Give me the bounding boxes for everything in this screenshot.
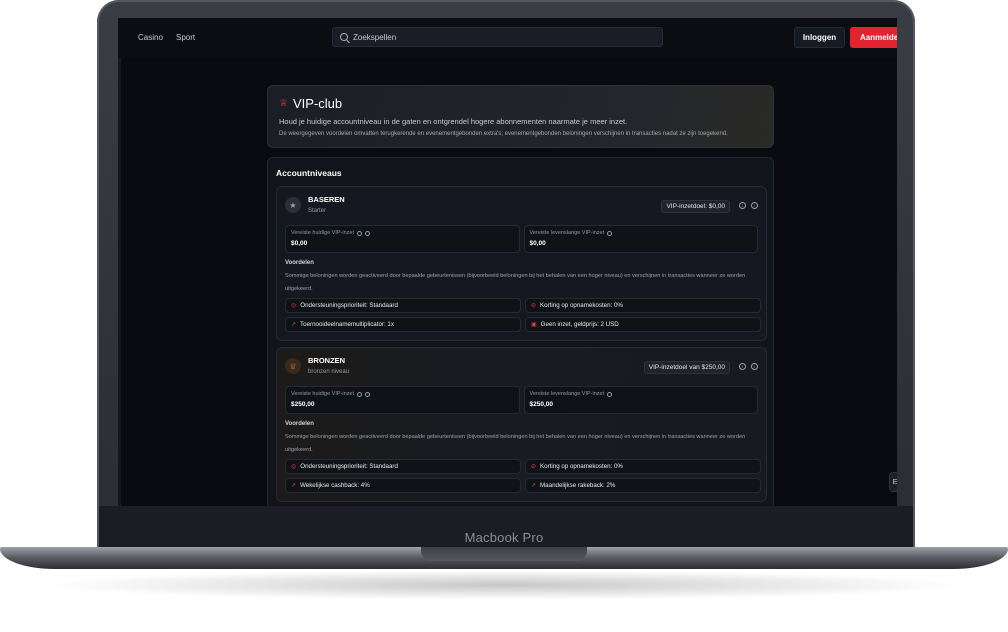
- page-title: ♕ VIP-club: [279, 96, 762, 111]
- register-button[interactable]: Aanmelden: [850, 27, 897, 48]
- vip-note: De weergegeven voordelen omvatten terugk…: [279, 131, 728, 137]
- stat-row: Vereiste huidige VIP-inzet $0,00 Vereist…: [285, 225, 758, 253]
- info-icon[interactable]: i: [751, 363, 758, 370]
- trophy-icon: ♕: [285, 358, 301, 374]
- levels-title: Accountniveaus: [276, 168, 342, 178]
- info-icon[interactable]: [364, 230, 370, 236]
- perks-title: Voordelen: [285, 421, 314, 427]
- info-icon[interactable]: [607, 391, 613, 397]
- info-icon[interactable]: [364, 391, 370, 397]
- tier-card-baseren: ★ BASEREN Starter VIP-inzetdoel: $0,00 i…: [276, 186, 767, 341]
- stat-label-text: Vereiste levenslange VIP-inzet: [529, 391, 605, 397]
- perk-label: Korting op opnamekosten: 0%: [540, 463, 623, 470]
- screen: Casino Sport Zoekspellen Inloggen Aanmel…: [118, 18, 897, 506]
- perk-item: ▣ Geen inzet, geldprijs: 2 USD: [525, 317, 761, 332]
- stat-label: Vereiste levenslange VIP-inzet: [530, 230, 753, 236]
- lifetime-stake-stat: Vereiste levenslange VIP-inzet $250,00: [523, 386, 758, 414]
- floating-side-button[interactable]: E: [889, 472, 897, 492]
- stat-value: $0,00: [529, 240, 546, 247]
- chart-icon: ↗: [291, 322, 297, 328]
- nav-sport[interactable]: Sport: [176, 33, 195, 42]
- vip-header-card: ♕ VIP-club Houd je huidige accountniveau…: [267, 85, 774, 148]
- stat-label-text: Vereiste levenslange VIP-inzet: [529, 230, 605, 236]
- lifetime-stake-stat: Vereiste levenslange VIP-inzet $0,00: [523, 225, 758, 253]
- perk-grid: ◎ Ondersteuningsprioriteit: Standaard ⊘ Ko…: [285, 298, 761, 332]
- search-input[interactable]: Zoekspellen: [332, 27, 663, 47]
- stat-value: $0,00: [291, 240, 308, 247]
- vip-goal-badge: VIP-inzetdoel: $0,00: [661, 200, 730, 213]
- gift-icon: ▣: [531, 322, 537, 328]
- chart-icon: ↗: [291, 483, 297, 489]
- vip-subtitle: Houd je huidige accountniveau in de gate…: [279, 117, 628, 126]
- info-icon[interactable]: [607, 230, 613, 236]
- device-brand-label: Macbook Pro: [464, 530, 544, 545]
- info-icon[interactable]: i: [751, 202, 758, 209]
- info-icon[interactable]: [356, 391, 362, 397]
- laptop-notch: [421, 547, 587, 561]
- perk-item: ↗ Maandelijkse rakeback: 2%: [525, 478, 761, 493]
- stat-label: Vereiste huidige VIP-inzet: [291, 391, 514, 397]
- perk-item: ↗ Toernooideelnamemultiplicator: 1x: [285, 317, 521, 332]
- tier-desc: Starter: [308, 208, 327, 214]
- support-icon: ◎: [291, 303, 297, 309]
- perk-label: Geen inzet, geldprijs: 2 USD: [540, 321, 619, 328]
- perks-text: Sommige beloningen worden geactiveerd do…: [285, 434, 746, 453]
- stat-value: $250,00: [529, 401, 554, 408]
- discount-icon: ⊘: [531, 464, 537, 470]
- perk-item: ⊘ Korting op opnamekosten: 0%: [525, 298, 761, 313]
- stat-row: Vereiste huidige VIP-inzet $250,00 Verei…: [285, 386, 758, 414]
- discount-icon: ⊘: [531, 303, 537, 309]
- trophy-icon: ♕: [279, 98, 288, 109]
- perk-item: ◎ Ondersteuningsprioriteit: Standaard: [285, 459, 521, 474]
- chart-icon: ↗: [531, 483, 537, 489]
- perk-item: ↗ Wekelijkse cashback: 4%: [285, 478, 521, 493]
- info-icon[interactable]: [356, 230, 362, 236]
- topbar: Casino Sport Zoekspellen Inloggen Aanmel…: [118, 18, 897, 58]
- star-icon: ★: [285, 197, 301, 213]
- sidebar-strip: [118, 58, 121, 506]
- login-button[interactable]: Inloggen: [794, 27, 845, 48]
- perk-label: Ondersteuningsprioriteit: Standaard: [300, 463, 398, 470]
- tier-name: BASEREN: [308, 195, 345, 204]
- nav-casino[interactable]: Casino: [138, 33, 163, 42]
- device-shadow: [40, 570, 968, 600]
- search-icon: [340, 33, 348, 41]
- perk-grid: ◎ Ondersteuningsprioriteit: Standaard ⊘ Ko…: [285, 459, 761, 493]
- perk-label: Toernooideelnamemultiplicator: 1x: [300, 321, 394, 328]
- vip-goal-badge: VIP-inzetdoel van $250,00: [643, 361, 730, 374]
- perk-item: ◎ Ondersteuningsprioriteit: Standaard: [285, 298, 521, 313]
- perks-text: Sommige beloningen worden geactiveerd do…: [285, 273, 746, 292]
- stat-label-text: Vereiste huidige VIP-inzet: [291, 391, 354, 397]
- info-icon[interactable]: i: [739, 363, 746, 370]
- perk-label: Wekelijkse cashback: 4%: [300, 482, 370, 489]
- perk-label: Korting op opnamekosten: 0%: [540, 302, 623, 309]
- perks-title: Voordelen: [285, 260, 314, 266]
- stat-label: Vereiste huidige VIP-inzet: [291, 230, 514, 236]
- tier-card-bronzen: ♕ BRONZEN bronzen niveau VIP-inzetdoel v…: [276, 347, 767, 502]
- tier-name: BRONZEN: [308, 356, 346, 365]
- account-levels-panel: Accountniveaus ★ BASEREN Starter VIP-inz…: [267, 157, 774, 506]
- tier-desc: bronzen niveau: [308, 369, 350, 375]
- info-icon[interactable]: i: [739, 202, 746, 209]
- perk-label: Maandelijkse rakeback: 2%: [540, 482, 616, 489]
- search-placeholder: Zoekspellen: [353, 32, 397, 42]
- support-icon: ◎: [291, 464, 297, 470]
- current-stake-stat: Vereiste huidige VIP-inzet $250,00: [285, 386, 520, 414]
- stat-label-text: Vereiste huidige VIP-inzet: [291, 230, 354, 236]
- current-stake-stat: Vereiste huidige VIP-inzet $0,00: [285, 225, 520, 253]
- perk-label: Ondersteuningsprioriteit: Standaard: [300, 302, 398, 309]
- stat-label: Vereiste levenslange VIP-inzet: [530, 391, 753, 397]
- stat-value: $250,00: [291, 401, 315, 408]
- vip-title-text: VIP-club: [292, 96, 343, 111]
- perk-item: ⊘ Korting op opnamekosten: 0%: [525, 459, 761, 474]
